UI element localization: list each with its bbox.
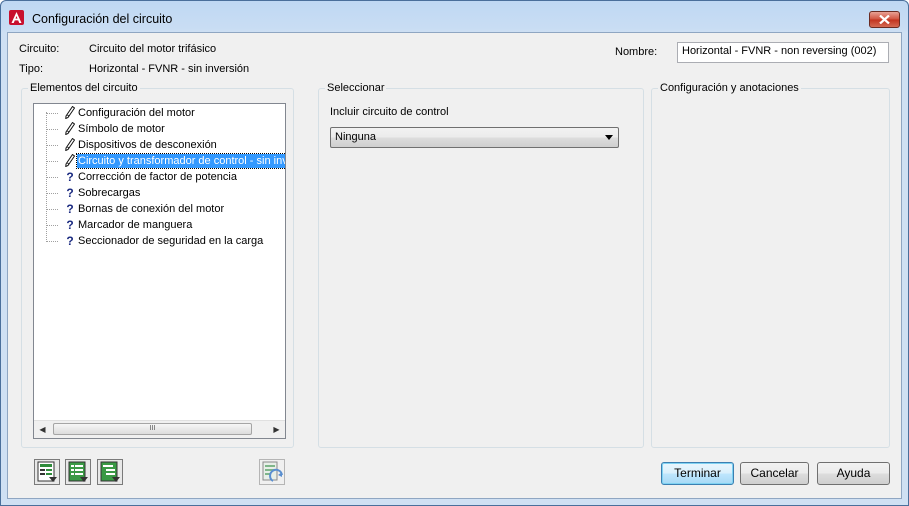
tree-item-label: Configuración del motor	[78, 107, 195, 119]
tree-item[interactable]: ? Bornas de conexión del motor	[46, 201, 285, 217]
window-title: Configuración del circuito	[32, 12, 173, 26]
scroll-thumb[interactable]: III	[53, 423, 252, 435]
tree-connector	[46, 177, 58, 178]
tree-item-label: Corrección de factor de potencia	[78, 171, 237, 183]
tree-item-label: Circuito y transformador de control - si…	[75, 153, 285, 169]
tree-item[interactable]: ? Corrección de factor de potencia	[46, 169, 285, 185]
tree-item[interactable]: Configuración del motor	[46, 105, 285, 121]
tree-item[interactable]: Circuito y transformador de control - si…	[46, 153, 285, 169]
tree-item-label: Marcador de manguera	[78, 219, 193, 231]
cancelar-button[interactable]: Cancelar	[740, 462, 809, 485]
question-icon: ?	[66, 218, 74, 232]
tree-connector	[46, 113, 58, 114]
tree-item-label: Sobrecargas	[78, 187, 141, 199]
tree-item[interactable]: ? Marcador de manguera	[46, 217, 285, 233]
tree-connector	[46, 145, 58, 146]
dialog-body: Circuito: Circuito del motor trifásico T…	[7, 32, 902, 499]
terminar-button[interactable]: Terminar	[661, 462, 734, 485]
circuit-tree-icon	[100, 461, 120, 482]
insert-circuit-button[interactable]	[34, 459, 60, 485]
tree-item-label: Bornas de conexión del motor	[78, 203, 225, 215]
tree-connector	[46, 241, 58, 242]
nombre-label: Nombre:	[615, 46, 658, 58]
tree-connector	[46, 225, 58, 226]
chevron-down-icon	[605, 135, 613, 140]
title-bar[interactable]: Configuración del circuito	[1, 1, 908, 33]
tree-item[interactable]: ? Sobrecargas	[46, 185, 285, 201]
tree-connector	[46, 129, 58, 130]
nombre-field[interactable]: Horizontal - FVNR - non reversing (002)	[677, 42, 889, 63]
tipo-value: Horizontal - FVNR - sin inversión	[89, 63, 250, 75]
tree-item[interactable]: Símbolo de motor	[46, 121, 285, 137]
tree-item[interactable]: Dispositivos de desconexión	[46, 137, 285, 153]
close-icon	[879, 15, 890, 24]
circuit-elements-tree[interactable]: Configuración del motor Símbolo de motor D…	[33, 103, 286, 439]
circuito-label: Circuito:	[19, 43, 60, 55]
tree-connector	[46, 193, 58, 194]
incluir-circuito-select[interactable]: Ninguna	[330, 127, 619, 148]
close-button[interactable]	[869, 11, 900, 28]
pencil-icon	[64, 105, 76, 120]
circuit-list-icon	[68, 461, 88, 482]
scroll-left-icon[interactable]: ◀	[34, 421, 51, 438]
tree-connector	[46, 161, 58, 162]
tree-item-label: Seccionador de seguridad en la carga	[78, 235, 264, 247]
seleccionar-group-title: Seleccionar	[325, 82, 387, 94]
insert-circuit-tree-button[interactable]	[97, 459, 123, 485]
pencil-icon	[64, 153, 76, 168]
circuit-insert-icon	[37, 461, 57, 482]
tree-item-label: Dispositivos de desconexión	[78, 139, 217, 151]
autocad-logo-icon	[9, 10, 24, 25]
tree-item[interactable]: ? Seccionador de seguridad en la carga	[46, 233, 285, 249]
scroll-right-icon[interactable]: ▶	[268, 421, 285, 438]
question-icon: ?	[66, 170, 74, 184]
tree-item-label: Símbolo de motor	[78, 123, 165, 135]
circuit-replace-icon	[262, 461, 283, 482]
ayuda-button[interactable]: Ayuda	[817, 462, 890, 485]
tree-connector	[46, 209, 58, 210]
question-icon: ?	[66, 186, 74, 200]
horizontal-scrollbar[interactable]: ◀ III ▶	[34, 420, 285, 438]
configuracion-group-title: Configuración y anotaciones	[658, 82, 801, 94]
incluir-circuito-value: Ninguna	[335, 131, 376, 143]
incluir-circuito-label: Incluir circuito de control	[330, 106, 449, 118]
insert-circuit-list-button[interactable]	[65, 459, 91, 485]
replace-circuit-button[interactable]	[259, 459, 285, 485]
elementos-group-title: Elementos del circuito	[28, 82, 140, 94]
dialog-window: Configuración del circuito Circuito: Cir…	[0, 0, 909, 506]
pencil-icon	[64, 137, 76, 152]
pencil-icon	[64, 121, 76, 136]
circuito-value: Circuito del motor trifásico	[89, 43, 217, 55]
question-icon: ?	[66, 234, 74, 248]
tipo-label: Tipo:	[19, 63, 44, 75]
question-icon: ?	[66, 202, 74, 216]
configuracion-group: Configuración y anotaciones	[651, 82, 890, 448]
